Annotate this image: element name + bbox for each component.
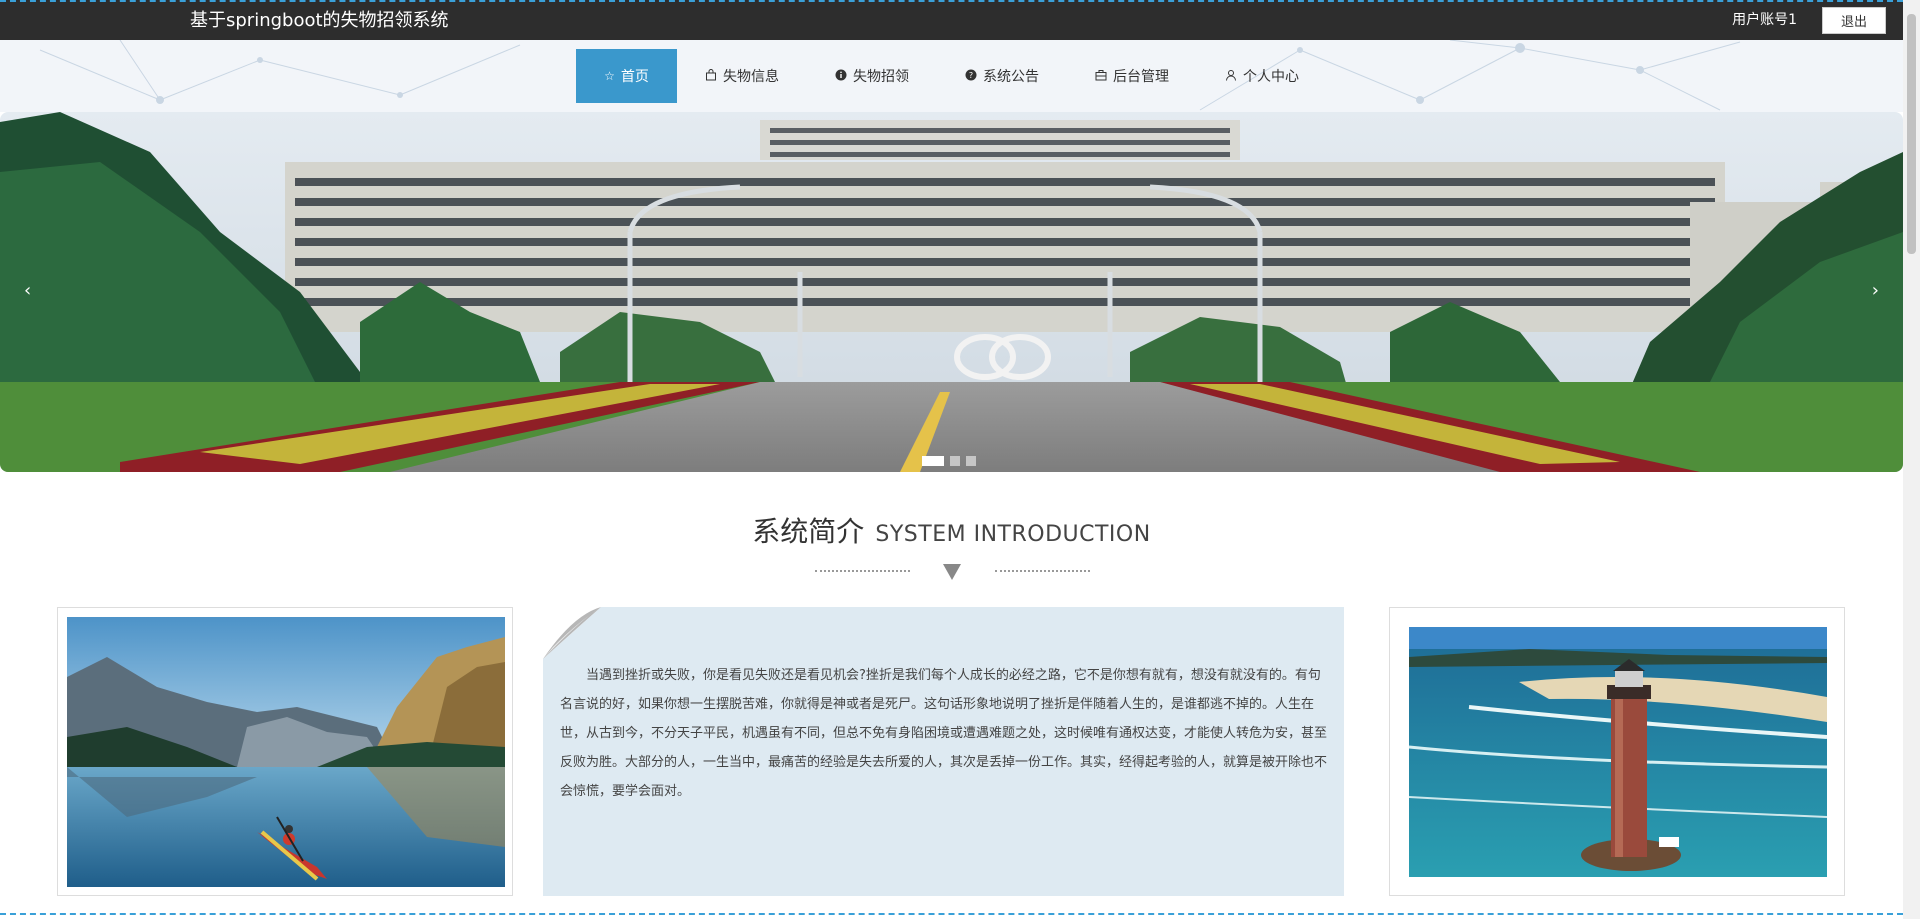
section-title-en: SYSTEM INTRODUCTION (875, 522, 1151, 547)
info-circle-icon (835, 69, 847, 84)
nav-item-label: 个人中心 (1243, 69, 1299, 85)
carousel-dot[interactable] (966, 456, 976, 466)
bottom-divider (0, 913, 1903, 915)
section-title-cn: 系统简介 (752, 515, 865, 548)
star-icon: ☆ (604, 69, 615, 83)
lighthouse-image (1409, 627, 1827, 877)
triangle-down-icon (943, 564, 961, 580)
account-name[interactable]: 用户账号1 (1732, 11, 1797, 29)
intro-text: 当遇到挫折或失败，你是看见失败还是看见机会?挫折是我们每个人成长的必经之路，它不… (560, 668, 1328, 799)
section-title: 系统简介 SYSTEM INTRODUCTION (0, 510, 1903, 550)
carousel-indicators (922, 456, 976, 466)
main-nav: ☆ 首页 失物信息 失物招领 ? 系统公告 后台管理 个人中心 (576, 49, 1327, 103)
nav-item-label: 失物招领 (853, 69, 909, 85)
scrollbar-thumb[interactable] (1907, 14, 1916, 254)
lake-kayak-image (67, 617, 505, 887)
nav-item-lost-info[interactable]: 失物信息 (677, 49, 807, 103)
nav-item-announcements[interactable]: ? 系统公告 (937, 49, 1067, 103)
nav-item-profile[interactable]: 个人中心 (1197, 49, 1327, 103)
carousel-dot[interactable] (950, 456, 960, 466)
intro-image-right (1389, 607, 1845, 896)
carousel-dot[interactable] (922, 456, 944, 466)
intro-image-left (57, 607, 513, 896)
top-bar: 基于springboot的失物招领系统 用户账号1 退出 (0, 0, 1903, 40)
svg-text:?: ? (969, 71, 973, 80)
banner-carousel[interactable]: ‹ › (0, 112, 1903, 472)
user-icon (1225, 69, 1237, 84)
nav-item-label: 后台管理 (1113, 69, 1169, 85)
nav-item-home[interactable]: ☆ 首页 (576, 49, 677, 103)
question-circle-icon: ? (965, 69, 977, 84)
site-title: 基于springboot的失物招领系统 (190, 10, 449, 31)
page-scrollbar[interactable] (1903, 0, 1920, 919)
carousel-next-arrow[interactable]: › (1872, 282, 1879, 300)
nav-bar: ☆ 首页 失物信息 失物招领 ? 系统公告 后台管理 个人中心 (0, 40, 1903, 112)
nav-item-label: 首页 (620, 69, 649, 85)
briefcase-icon (1095, 69, 1107, 84)
page-curl-icon (543, 607, 601, 659)
page: 基于springboot的失物招领系统 用户账号1 退出 ☆ 首页 失物信息 失… (0, 0, 1920, 919)
section-divider (815, 560, 1090, 582)
nav-item-label: 系统公告 (983, 69, 1039, 85)
nav-item-label: 失物信息 (723, 69, 779, 85)
bag-icon (705, 68, 717, 84)
logout-button[interactable]: 退出 (1822, 7, 1886, 34)
nav-item-lost-found[interactable]: 失物招领 (807, 49, 937, 103)
banner-image (0, 112, 1903, 472)
nav-item-admin[interactable]: 后台管理 (1067, 49, 1197, 103)
intro-text-box: 当遇到挫折或失败，你是看见失败还是看见机会?挫折是我们每个人成长的必经之路，它不… (543, 607, 1344, 896)
carousel-prev-arrow[interactable]: ‹ (24, 282, 31, 300)
